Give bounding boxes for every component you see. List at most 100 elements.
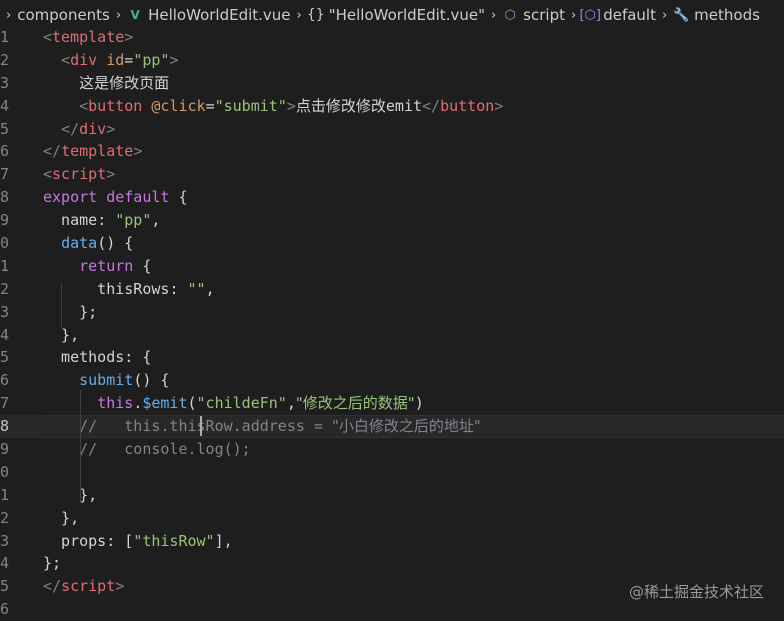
line-number: 5 [0,577,10,596]
code-line[interactable]: 6 submit() { [0,369,784,392]
code-token: "修改之后的数据" [295,394,415,413]
code-text: export default { [43,186,188,209]
breadcrumb-label: methods [694,6,760,24]
code-line[interactable]: 6 </template> [0,140,784,163]
code-line[interactable]: 3 }; [0,301,784,324]
line-number: 7 [0,165,10,184]
code-token: "pp" [133,50,170,69]
line-number: 1 [0,28,10,46]
line-number: 2 [0,279,10,298]
code-token: : [169,279,188,298]
line-number: 5 [0,348,10,367]
code-editor[interactable]: 1 <template> 2 <div id="pp"> 3 这是修改页面 4 <but… [0,26,784,621]
line-number: 2 [0,50,10,69]
line-number: 0 [0,234,10,253]
code-line[interactable]: 2 <div id="pp"> [0,49,784,72]
code-line[interactable]: 0 data() { [0,232,784,255]
breadcrumb-item[interactable]: ⬡ script [502,6,565,24]
code-token: { [133,256,152,275]
line-number: 5 [0,119,10,138]
breadcrumb-item[interactable]: components [17,6,110,24]
wrench-icon: 🔧 [673,7,690,23]
line-number: 4 [0,325,10,344]
code-token: : [ [106,531,134,550]
code-line[interactable]: 2 }, [0,507,784,530]
breadcrumb-item[interactable]: V HelloWorldEdit.vue [127,6,290,24]
breadcrumb-item[interactable]: 🔧 methods [673,6,760,24]
code-token: button [440,96,495,115]
code-line[interactable]: 1 <template> [0,26,784,49]
code-text: // console.log(); [43,438,251,461]
code-token: }, [43,325,80,344]
code-token: "childeFn" [196,394,287,413]
code-text: }; [43,552,61,575]
breadcrumb-item[interactable]: [⬡] default [579,6,656,24]
code-token: { [169,188,188,207]
code-text: <div id="pp"> [43,49,178,72]
line-number: 4 [0,554,10,573]
code-line[interactable]: 2 thisRows: "", [0,278,784,301]
code-line[interactable]: 1 }, [0,484,784,507]
code-line[interactable]: 0 [0,461,784,484]
code-line[interactable]: 5 methods: { [0,346,784,369]
code-token: </ [43,577,62,596]
line-number: 3 [0,302,10,321]
code-token: > [133,142,143,161]
code-line[interactable]: 1 return { [0,255,784,278]
code-token: default [106,188,170,207]
code-token: < [43,28,53,46]
code-token: </ [61,119,80,138]
line-number: 1 [0,485,10,504]
code-token: emit [385,96,423,115]
code-text: <button @click="submit">点击修改修改emit</butt… [43,95,503,118]
code-token: 这是修改页面 [79,73,170,92]
chevron-right-icon: › [490,7,497,23]
code-line[interactable]: 4 }, [0,324,784,347]
code-line[interactable]: 8 export default { [0,186,784,209]
code-token: ( [187,394,197,413]
breadcrumb-label: "HelloWorldEdit.vue" [328,6,485,24]
code-token: < [43,165,53,184]
code-token: = [124,50,134,69]
code-token: > [169,50,179,69]
code-line[interactable]: 7 <script> [0,163,784,186]
code-line[interactable]: 4}; [0,552,784,575]
code-token: < [61,50,71,69]
code-line[interactable]: 9 // console.log(); [0,438,784,461]
vue-file-icon: V [130,8,140,22]
code-token: div [70,50,98,69]
code-token: () { [97,234,134,253]
code-line[interactable]: 3 props: ["thisRow"], [0,530,784,553]
code-token: > [106,119,116,138]
chevron-right-icon: › [661,7,668,23]
code-token: return [79,256,134,275]
line-number: 6 [0,600,10,619]
code-line[interactable]: 3 这是修改页面 [0,72,784,95]
code-line[interactable]: 7 this.$emit("childeFn","修改之后的数据") [0,392,784,415]
code-line[interactable]: 4 <button @click="submit">点击修改修改emit</bu… [0,95,784,118]
line-number: 7 [0,394,10,413]
breadcrumb-item[interactable]: {} "HelloWorldEdit.vue" [306,6,485,24]
code-token: 点击修改修改 [295,96,386,115]
code-text: // this.thisRow.address = "小白修改之后的地址" [43,415,481,438]
chevron-right-icon: › [570,7,577,23]
braces-icon: {} [306,7,325,23]
chevron-right-icon: › [6,7,12,23]
watermark: @稀土掘金技术社区 [628,583,764,601]
cube-icon: ⬡ [504,7,516,23]
code-token: @click [151,96,206,115]
code-token: }; [43,302,98,321]
code-token: > [106,165,116,184]
code-token: id [106,50,125,69]
code-token: = [205,96,215,115]
code-line[interactable]: 9 name: "pp", [0,209,784,232]
code-token: "pp" [115,211,152,230]
code-line[interactable]: 5 </div> [0,118,784,141]
code-line[interactable]: 8 // this.thisRow.address = "小白修改之后的地址" [0,415,784,439]
code-token: submit [79,371,134,390]
